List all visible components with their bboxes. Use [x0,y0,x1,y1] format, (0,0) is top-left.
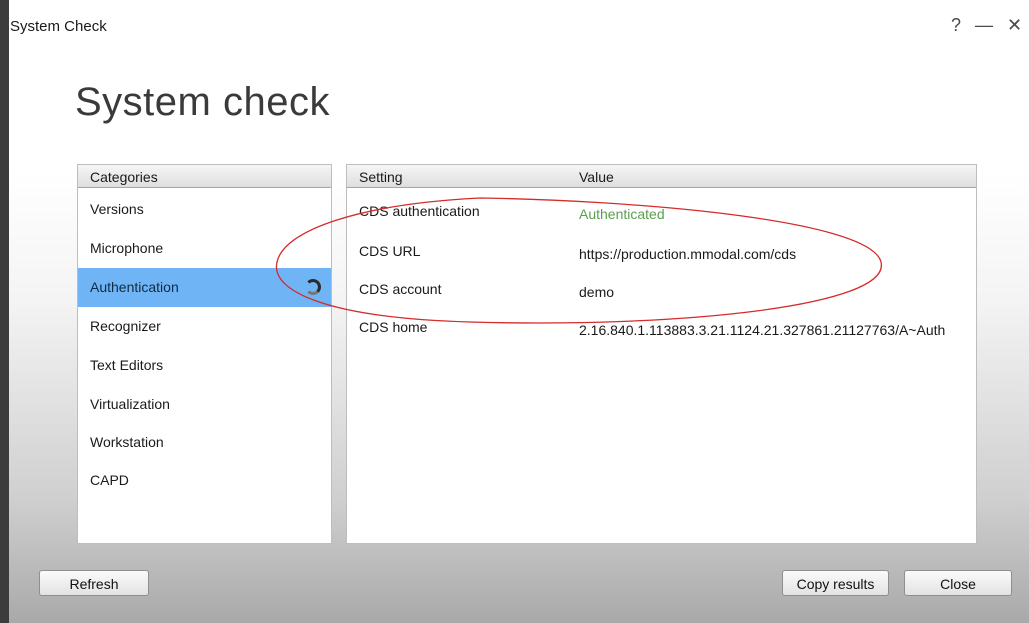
setting-name: CDS home [359,319,428,335]
window-left-edge [0,0,9,623]
setting-name: CDS account [359,281,442,297]
categories-panel: Categories Versions Microphone Authentic… [77,164,332,544]
category-item-virtualization[interactable]: Virtualization [78,385,331,424]
column-header-setting[interactable]: Setting [359,165,403,189]
setting-value: demo [579,284,615,300]
window-title: System Check [10,18,107,35]
category-item-capd[interactable]: CAPD [78,461,331,500]
minimize-button[interactable]: — [975,15,993,35]
loading-spinner-icon [305,279,321,295]
refresh-button[interactable]: Refresh [39,570,149,596]
page-title: System check [75,80,330,124]
category-label: Versions [90,201,144,217]
category-item-text-editors[interactable]: Text Editors [78,346,331,385]
column-header-value[interactable]: Value [579,165,614,189]
category-item-recognizer[interactable]: Recognizer [78,307,331,346]
category-label: Authentication [90,279,179,295]
settings-table: Setting Value CDS authentication Authent… [346,164,977,544]
category-label: CAPD [90,472,129,488]
title-bar[interactable]: System Check ? — ✕ [9,0,1029,44]
categories-header: Categories [78,165,331,188]
category-item-workstation[interactable]: Workstation [78,423,331,462]
category-label: Workstation [90,434,164,450]
setting-value: 2.16.840.1.113883.3.21.1124.21.327861.21… [579,322,946,338]
settings-table-header: Setting Value [347,165,976,188]
help-button[interactable]: ? [951,15,961,35]
setting-value: Authenticated [579,206,665,222]
system-check-window: System Check ? — ✕ System check Categori… [9,0,1029,623]
close-button[interactable]: Close [904,570,1012,596]
category-label: Recognizer [90,318,161,334]
category-label: Virtualization [90,396,170,412]
copy-results-button[interactable]: Copy results [782,570,889,596]
setting-name: CDS authentication [359,203,480,219]
close-window-button[interactable]: ✕ [1007,15,1022,35]
setting-value: https://production.mmodal.com/cds [579,246,797,262]
setting-name: CDS URL [359,243,421,259]
category-label: Text Editors [90,357,164,373]
category-item-versions[interactable]: Versions [78,190,331,229]
category-item-microphone[interactable]: Microphone [78,229,331,268]
category-label: Microphone [90,240,164,256]
category-item-authentication[interactable]: Authentication [78,268,331,307]
